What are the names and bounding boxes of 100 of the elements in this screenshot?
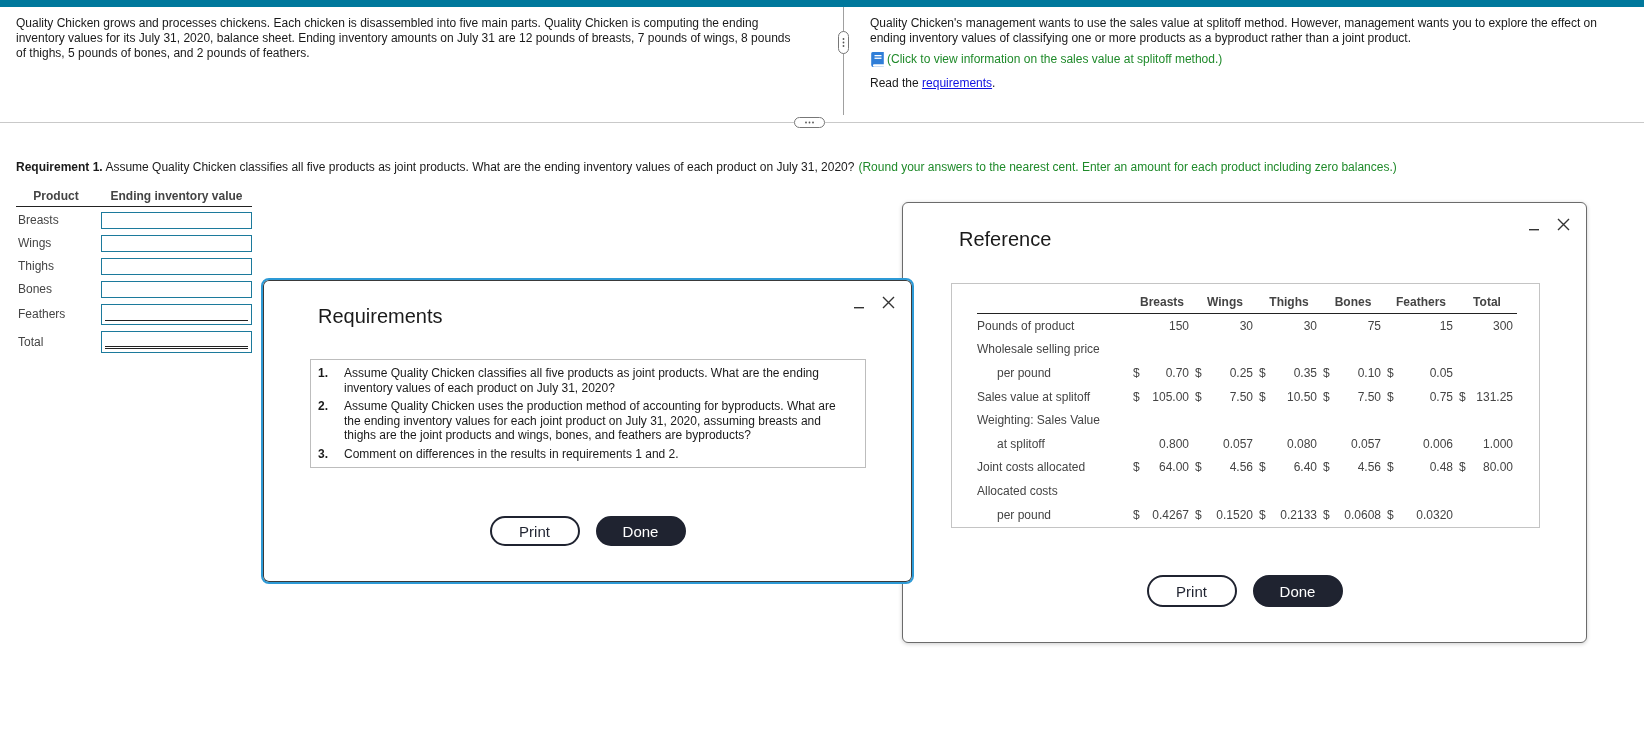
dollar-sign: $ (1259, 460, 1266, 475)
print-button[interactable]: Print (1146, 575, 1237, 608)
dollar-sign: $ (1323, 460, 1330, 475)
row-label: Joint costs allocated (977, 460, 1086, 475)
row-label: per pound (997, 366, 1052, 380)
item-number: 2. (318, 399, 329, 414)
item-number: 1. (318, 366, 329, 381)
cell-value: 0.1520 (1216, 507, 1253, 522)
requirement-text: Assume Quality Chicken classifies all five products as joint products. What are the ending inventory values of each product on July 31, 2020? (344, 366, 820, 395)
row-label: Feathers (17, 307, 67, 322)
cell-value: 0.10 (1357, 366, 1381, 380)
minimize-icon[interactable] (1529, 229, 1539, 231)
cell-value: 150 (1168, 318, 1189, 333)
cell-value: 0.75 (1429, 389, 1453, 404)
row-label: Breasts (17, 213, 60, 228)
column-header: Breasts (1140, 295, 1184, 309)
reference-link[interactable]: (Click to view information on the sales value at splitoff method.) (887, 52, 1223, 67)
read-requirements-text: Read the requirements. (870, 76, 997, 91)
cell-value: 0.70 (1165, 366, 1189, 380)
cell-value: 0.0320 (1416, 507, 1453, 522)
question-text: Requirement 1. Assume Quality Chicken classifies all five products as joint products. What are the ending inventory values of each product on July 31, 2020? (16, 160, 855, 174)
dollar-sign: $ (1259, 366, 1266, 380)
dollar-sign: $ (1195, 460, 1202, 475)
problem-text: Quality Chicken grows and processes chickens. Each chicken is disassembled into five main parts. Quality Chicken is computing the ending inventory values for its July 31, 2020, balance sheet. Ending inventory amounts on July 31 are 12 pounds of breasts, 7 pounds of wings, 8 pounds of thighs, 5 pounds of bones, and 2 pounds of feathers. (16, 16, 792, 61)
input-field[interactable] (101, 331, 252, 353)
cell-value: 0.35 (1293, 366, 1317, 380)
row-label: at splitoff (997, 436, 1045, 451)
cell-value: 75 (1367, 318, 1381, 333)
dialog-title: Requirements (317, 304, 444, 328)
cell-value: 0.006 (1422, 436, 1453, 451)
more-handle-icon[interactable] (794, 116, 825, 128)
done-button[interactable]: Done (595, 516, 686, 546)
row-label: Sales value at splitoff (977, 389, 1091, 404)
dollar-sign: $ (1195, 389, 1202, 404)
row-label: Pounds of product (977, 318, 1075, 333)
column-header: Thighs (1269, 295, 1309, 309)
drag-handle-icon[interactable] (838, 31, 849, 54)
dollar-sign: $ (1387, 507, 1394, 522)
cell-value: 0.0608 (1344, 507, 1381, 522)
input-field[interactable] (101, 212, 252, 229)
column-header: Bones (1334, 295, 1372, 309)
done-button[interactable]: Done (1252, 575, 1343, 608)
input-field[interactable] (101, 258, 252, 275)
cell-value: 1.000 (1482, 436, 1513, 451)
cell-value: 0.057 (1222, 436, 1253, 451)
column-header: Product (32, 189, 80, 204)
column-header: Ending inventory value (109, 189, 244, 204)
dialog-title: Reference (958, 227, 1053, 251)
row-label: per pound (997, 507, 1052, 522)
requirement-text: Assume Quality Chicken uses the production method of accounting for byproducts. What are the ending inventory values for each joint product on July 31, 2020, assuming breasts and thighs are the joint products and wings, bones, and feathers are byproducts? (344, 399, 837, 443)
dollar-sign: $ (1323, 507, 1330, 522)
input-field[interactable] (101, 281, 252, 298)
dollar-sign: $ (1387, 366, 1394, 380)
cell-value: 30 (1303, 318, 1317, 333)
dollar-sign: $ (1259, 507, 1266, 522)
cell-value: 6.40 (1293, 460, 1317, 475)
dollar-sign: $ (1195, 507, 1202, 522)
dollar-sign: $ (1387, 460, 1394, 475)
input-field[interactable] (101, 235, 252, 252)
cell-value: 7.50 (1229, 389, 1253, 404)
cell-value: 4.56 (1229, 460, 1253, 475)
print-button[interactable]: Print (489, 516, 580, 546)
row-label: Total (17, 334, 45, 350)
minimize-icon[interactable] (854, 307, 864, 309)
info-text: Quality Chicken's management wants to use the sales value at splitoff method. However, management wants you to explore the effect on ending inventory values of classifying one or more products as a byproduct rather than a joint product. (870, 16, 1598, 46)
hint-text: (Round your answers to the nearest cent. Enter an amount for each product including zero balances.) (858, 160, 1397, 174)
dollar-sign: $ (1133, 507, 1140, 522)
cell-value: 0.800 (1158, 436, 1189, 451)
dollar-sign: $ (1133, 460, 1140, 475)
cell-value: 0.48 (1429, 460, 1453, 475)
column-header: Total (1473, 295, 1501, 309)
close-icon[interactable] (882, 296, 895, 309)
dollar-sign: $ (1387, 389, 1394, 404)
row-label: Thighs (17, 259, 56, 274)
input-field[interactable] (101, 304, 252, 325)
cell-value: 30 (1239, 318, 1253, 333)
row-label: Wings (17, 236, 53, 251)
dollar-sign: $ (1459, 460, 1466, 475)
cell-value: 80.00 (1482, 460, 1513, 475)
cell-value: 0.057 (1350, 436, 1381, 451)
cell-value: 0.05 (1429, 366, 1453, 380)
cell-value: 10.50 (1286, 389, 1317, 404)
cell-value: 0.2133 (1280, 507, 1317, 522)
cell-value: 0.4267 (1152, 507, 1189, 522)
cell-value: 0.25 (1229, 366, 1253, 380)
close-icon[interactable] (1557, 218, 1570, 231)
row-label: Bones (17, 282, 54, 297)
cell-value: 15 (1439, 318, 1453, 333)
requirement-text: Comment on differences in the results in requirements 1 and 2. (344, 446, 680, 461)
cell-value: 0.080 (1286, 436, 1317, 451)
cell-value: 64.00 (1158, 460, 1189, 475)
cell-value: 300 (1492, 318, 1513, 333)
dollar-sign: $ (1259, 389, 1266, 404)
dollar-sign: $ (1323, 389, 1330, 404)
row-label: Allocated costs (977, 483, 1058, 498)
cell-value: 131.25 (1476, 389, 1513, 404)
column-header: Wings (1207, 295, 1243, 309)
dollar-sign: $ (1323, 366, 1330, 380)
book-icon[interactable] (870, 52, 885, 67)
dollar-sign: $ (1133, 389, 1140, 404)
